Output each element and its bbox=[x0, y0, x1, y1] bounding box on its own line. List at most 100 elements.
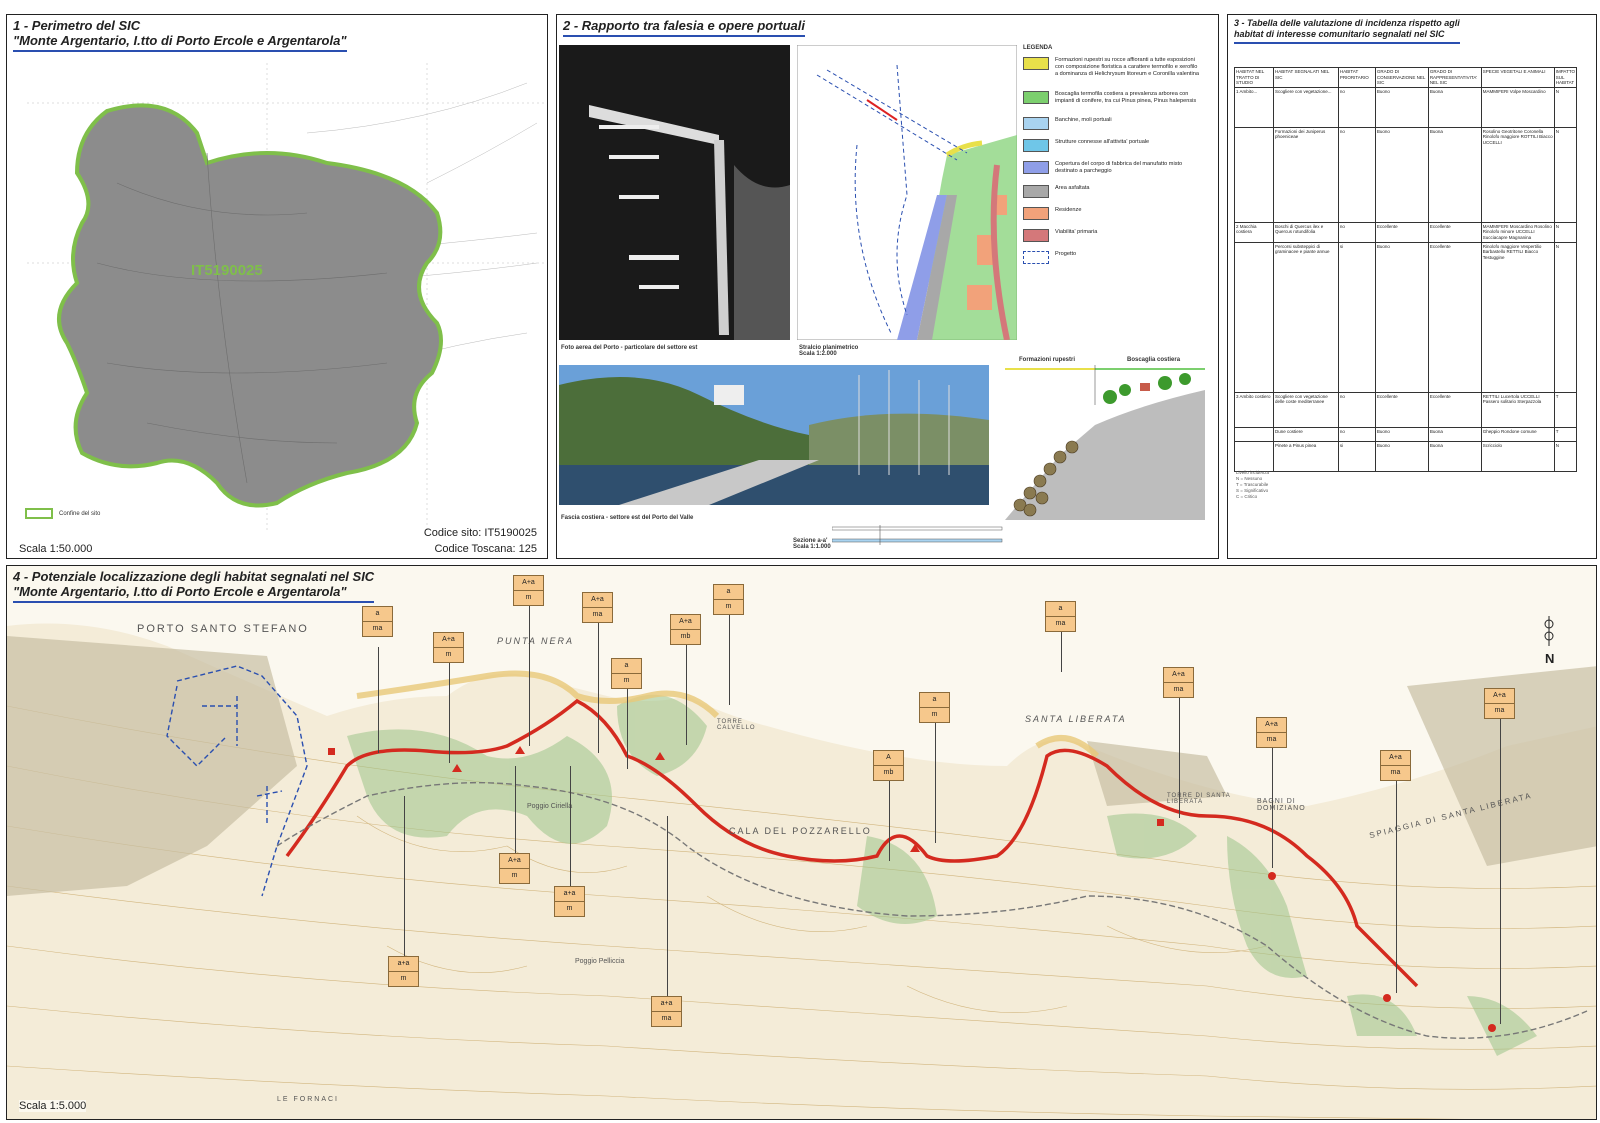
perimeter-legend-label: Confine del sito bbox=[59, 510, 101, 517]
legend-row: Progetto bbox=[1023, 251, 1200, 264]
tag-leader bbox=[889, 781, 890, 861]
legend-row: Boscaglia termofila costiera a prevalenz… bbox=[1023, 91, 1200, 105]
tag-leader bbox=[1061, 632, 1062, 672]
habitat-tag: a ma bbox=[1045, 601, 1076, 632]
habitat-tag: a ma bbox=[362, 606, 393, 637]
habitat-tag: A+a ma bbox=[582, 592, 613, 623]
tag-leader bbox=[627, 689, 628, 769]
table-cell: Percorsi substeppici di graminacee e pia… bbox=[1272, 241, 1339, 393]
table-cell: Buona bbox=[1427, 426, 1482, 442]
table-cell: Scogliere con vegetazione... bbox=[1272, 86, 1339, 128]
coastal-photo bbox=[559, 365, 989, 505]
table-cell: MAMMIFERI Volpe Moscardino bbox=[1480, 86, 1555, 128]
codice-toscana: Codice Toscana: 125 bbox=[434, 543, 537, 555]
tag-leader bbox=[729, 615, 730, 705]
legend-text: Copertura del corpo di fabbrica del manu… bbox=[1055, 161, 1183, 174]
plan-legend-title: LEGENDA bbox=[1023, 45, 1053, 51]
tag-leader bbox=[404, 796, 405, 956]
habitat-tag-bottom: m bbox=[725, 603, 732, 610]
habitat-tag-bottom: ma bbox=[1173, 686, 1184, 693]
section-caption-scale: Scala 1:1.000 bbox=[793, 544, 831, 550]
legend-row: Residenze bbox=[1023, 207, 1200, 220]
table-cell: N bbox=[1553, 126, 1578, 223]
legend-text: Banchine, moli portuali bbox=[1055, 117, 1112, 123]
habitat-tag-top: A+a bbox=[1381, 751, 1410, 766]
tag-leader bbox=[529, 606, 530, 746]
panel1-title-block: 1 - Perimetro del SIC "Monte Argentario,… bbox=[13, 18, 347, 52]
panel-tabella: 3 - Tabella delle valutazione di inciden… bbox=[1227, 14, 1597, 559]
table-cell: N bbox=[1553, 86, 1578, 128]
table-cell: no bbox=[1337, 126, 1376, 223]
habitat-tag-bottom: mb bbox=[883, 769, 894, 776]
table-cell: no bbox=[1337, 221, 1376, 243]
panel3-title-line1: 3 - Tabella delle valutazione di inciden… bbox=[1234, 18, 1460, 28]
section-label-right: Boscaglia costiera bbox=[1127, 357, 1181, 363]
habitat-tag: a+a m bbox=[554, 886, 585, 917]
panel4-title: 4 - Potenziale localizzazione degli habi… bbox=[13, 569, 375, 584]
panel2-title: 2 - Rapporto tra falesia e opere portual… bbox=[563, 18, 805, 33]
panel1-subtitle: "Monte Argentario, I.tto di Porto Ercole… bbox=[13, 33, 347, 48]
table-cell: Dune costiere bbox=[1272, 426, 1339, 442]
habitat-tag: A+a mb bbox=[670, 614, 701, 645]
table-cell: MAMMIFERI Moscardino Rosolino Rinolofo m… bbox=[1480, 221, 1555, 243]
table-cell: no bbox=[1337, 86, 1376, 128]
panel1-title-rule bbox=[13, 50, 347, 52]
plan-legend: LEGENDA Formazioni rupestri su rocce aff… bbox=[1023, 45, 1213, 295]
table-cell bbox=[1234, 126, 1274, 223]
panel-localizzazione: 4 - Potenziale localizzazione degli habi… bbox=[6, 565, 1597, 1120]
legend-text: Area asfaltata bbox=[1055, 185, 1090, 191]
habitat-tag: A+a m bbox=[499, 853, 530, 884]
legend-text: Boscaglia termofila costiera a prevalenz… bbox=[1055, 91, 1197, 104]
panel4-title-block: 4 - Potenziale localizzazione degli habi… bbox=[13, 569, 375, 603]
habitat-tag-bottom: m bbox=[623, 677, 630, 684]
table-row: 1 Ambito... Scogliere con vegetazione... n… bbox=[1234, 86, 1578, 128]
habitat-tag-top: A+a bbox=[1164, 668, 1193, 683]
habitat-tag-bottom: ma bbox=[1055, 620, 1066, 627]
legend-row: Copertura del corpo di fabbrica del manu… bbox=[1023, 161, 1200, 175]
panel3-title-rule bbox=[1234, 42, 1460, 44]
topographic-map bbox=[7, 616, 1596, 1119]
habitat-table: HABITAT NEL TRATTO DI STUDIO HABITAT SEG… bbox=[1234, 67, 1578, 472]
habitat-tag-top: a bbox=[612, 659, 641, 674]
place-name: TORRE CALVELLO bbox=[717, 719, 756, 731]
legend-swatch bbox=[1023, 117, 1049, 130]
table-cell: Formazioni dei Juniperus phoeniceae bbox=[1272, 126, 1339, 223]
table-cell: 2 Macchia costiera bbox=[1234, 221, 1274, 243]
table-header: SPECIE VEGETALI E ANIMALI bbox=[1480, 67, 1555, 88]
tag-leader bbox=[1179, 698, 1180, 818]
legend-row: Viabilita' primaria bbox=[1023, 229, 1200, 242]
table-cell: Eccellente bbox=[1374, 391, 1429, 428]
habitat-tag-top: a+a bbox=[389, 957, 418, 972]
table-cell: 1 Ambito... bbox=[1234, 86, 1274, 128]
habitat-tag-top: A+a bbox=[514, 576, 543, 591]
table-notes: Livello incidenza N = Nessuno T = Trascu… bbox=[1236, 470, 1269, 500]
habitat-tag-top: A+a bbox=[1257, 718, 1286, 733]
panel3-title-line2: habitat di interesse comunitario segnala… bbox=[1234, 29, 1445, 39]
habitat-tag: A+a m bbox=[513, 575, 544, 606]
habitat-tag-top: A+a bbox=[671, 615, 700, 630]
aerial-photo bbox=[559, 45, 790, 340]
table-cell: Buono bbox=[1374, 86, 1429, 128]
habitat-tag: A+a ma bbox=[1484, 688, 1515, 719]
table-cell: Scricciolo bbox=[1480, 440, 1555, 472]
habitat-tag: A+a ma bbox=[1163, 667, 1194, 698]
table-cell: Buono bbox=[1374, 126, 1429, 223]
section-label-left: Formazioni rupestri bbox=[1019, 357, 1076, 363]
panel-rapporto: 2 - Rapporto tra falesia e opere portual… bbox=[556, 14, 1219, 559]
table-row: Dune costiere no Buono Buona Gheppio Rondone… bbox=[1234, 426, 1578, 442]
tag-leader bbox=[667, 816, 668, 996]
place-name: Poggio Ciriella bbox=[527, 803, 573, 810]
table-cell: Buona bbox=[1427, 86, 1482, 128]
legend-swatch bbox=[1023, 185, 1049, 198]
habitat-tag-bottom: ma bbox=[1266, 736, 1277, 743]
tag-leader bbox=[1500, 719, 1501, 1024]
table-cell: Eccellente bbox=[1374, 221, 1429, 243]
habitat-tag: am bbox=[919, 692, 950, 723]
habitat-tag-top: a bbox=[1046, 602, 1075, 617]
tag-leader bbox=[378, 647, 379, 753]
table-cell: N bbox=[1553, 221, 1578, 243]
table-cell: Buono bbox=[1374, 241, 1429, 393]
habitat-tag-top: a bbox=[363, 607, 392, 622]
habitat-tag-bottom: m bbox=[511, 872, 518, 879]
habitat-tag-bottom: ma bbox=[592, 611, 603, 618]
